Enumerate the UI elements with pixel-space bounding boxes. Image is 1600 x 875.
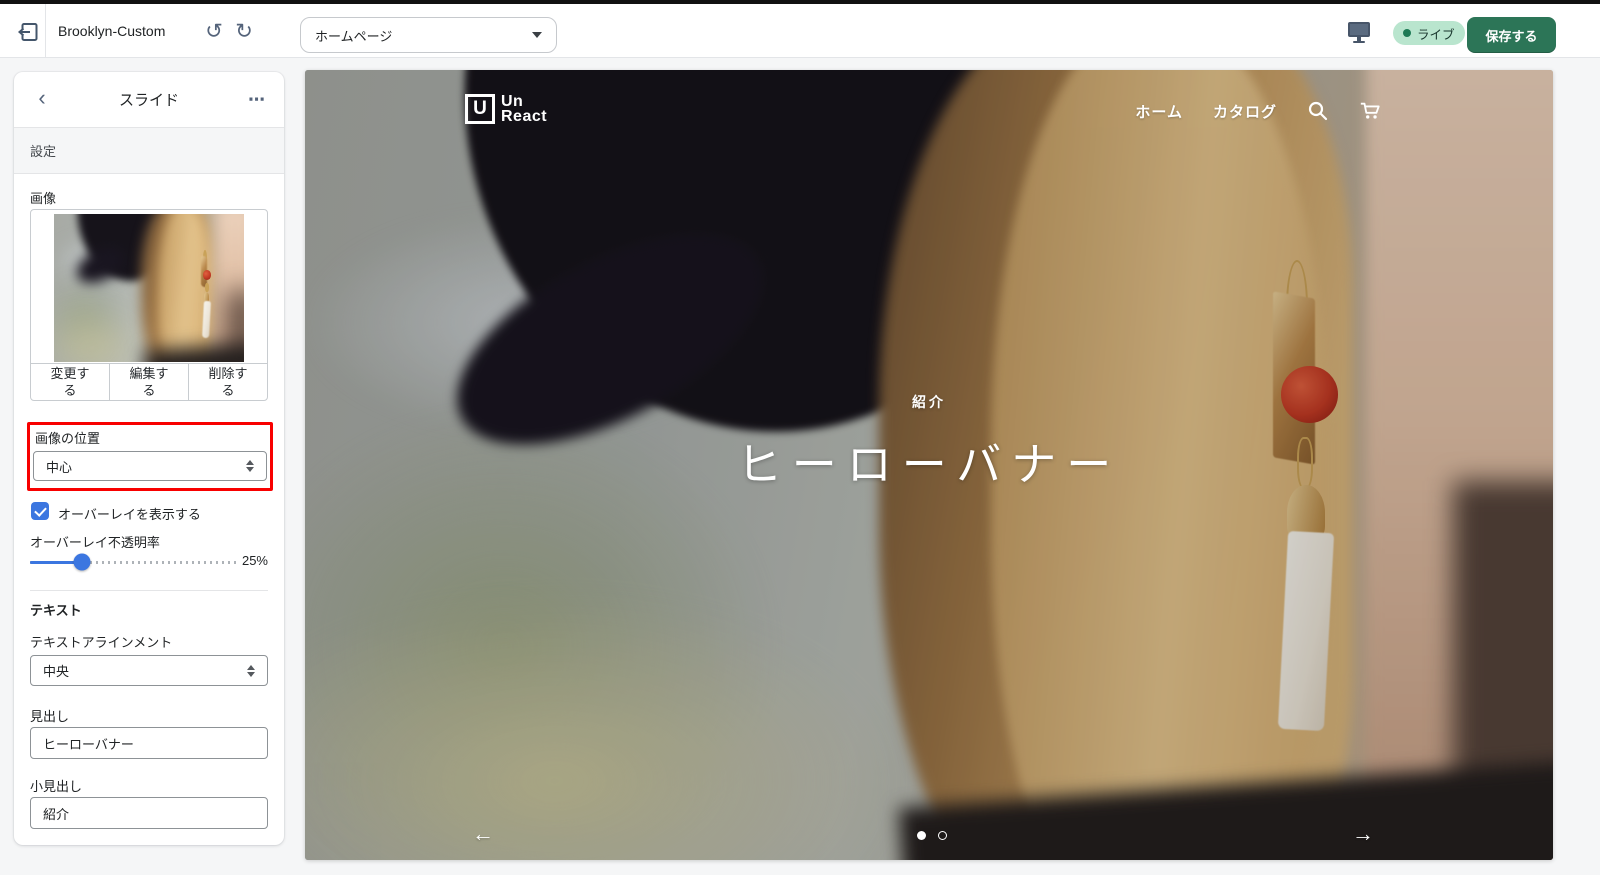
overlay-checkbox-label: オーバーレイを表示する xyxy=(58,504,201,523)
slide-dot-2[interactable] xyxy=(938,831,947,840)
logo-mark: U xyxy=(465,94,495,124)
opacity-slider-thumb[interactable] xyxy=(73,554,90,571)
nav-link-catalog[interactable]: カタログ xyxy=(1213,101,1277,122)
photo-shape-hair-front xyxy=(159,214,210,362)
image-edit-button[interactable]: 編集する xyxy=(109,364,188,401)
heading-field-label: 見出し xyxy=(30,706,69,725)
next-arrow-icon: → xyxy=(1352,821,1374,847)
slide-dot-1[interactable] xyxy=(917,831,926,840)
hero-text-block: 紹介 ヒーローバナー xyxy=(305,392,1553,493)
theme-preview: U Un React ホーム カタログ 紹介 ヒーローバナー ← → xyxy=(305,70,1553,860)
settings-sidebar: ‹ スライド ⋯ 設定 画像 変更する 編集する 削除する 画像の位 xyxy=(14,72,284,845)
select-updown-icon xyxy=(246,460,254,472)
select-updown-icon xyxy=(247,665,255,677)
back-chevron-icon: ‹ xyxy=(38,87,45,109)
live-dot-icon xyxy=(1403,29,1411,37)
image-position-label: 画像の位置 xyxy=(35,428,100,447)
hero-subheading: 紹介 xyxy=(305,392,1553,412)
slide-dots xyxy=(917,831,947,840)
exit-editor-button[interactable] xyxy=(12,16,44,48)
prev-arrow-icon: ← xyxy=(472,821,494,847)
overflow-icon: ⋯ xyxy=(248,90,266,110)
subheading-input[interactable] xyxy=(30,797,268,829)
image-action-buttons: 変更する 編集する 削除する xyxy=(31,363,267,401)
section-divider xyxy=(30,590,268,591)
hero-photo xyxy=(54,214,244,362)
image-change-label: 変更する xyxy=(48,366,92,399)
sidebar-header: ‹ スライド ⋯ xyxy=(14,72,284,128)
page-selector-dropdown[interactable]: ホームページ xyxy=(300,17,557,53)
live-status-badge: ライブ xyxy=(1393,21,1465,45)
overlay-opacity-slider[interactable] xyxy=(30,554,237,570)
live-badge-label: ライブ xyxy=(1417,24,1455,43)
image-position-value: 中心 xyxy=(46,457,72,476)
cart-icon[interactable] xyxy=(1359,100,1381,122)
store-logo[interactable]: U Un React xyxy=(465,94,547,124)
back-button[interactable]: ‹ xyxy=(30,88,54,112)
theme-name: Brooklyn-Custom xyxy=(58,4,165,58)
image-delete-label: 削除する xyxy=(206,366,250,399)
nav-link-home[interactable]: ホーム xyxy=(1135,101,1183,122)
settings-section-header: 設定 xyxy=(14,128,284,174)
text-alignment-select[interactable]: 中央 xyxy=(30,655,268,686)
image-position-select[interactable]: 中心 xyxy=(33,451,267,481)
photo-shape-earring-chain xyxy=(205,283,209,293)
overlay-opacity-value: 25% xyxy=(228,553,268,568)
slide-prev-button[interactable]: ← xyxy=(469,820,497,848)
logo-wordmark: Un React xyxy=(501,94,547,124)
image-field-label: 画像 xyxy=(30,188,56,207)
device-preview-button[interactable] xyxy=(1346,20,1374,44)
text-alignment-label: テキストアラインメント xyxy=(30,632,172,651)
undo-button[interactable]: ↺ xyxy=(200,17,228,45)
image-thumbnail xyxy=(54,214,244,362)
redo-icon: ↻ xyxy=(235,19,253,44)
slide-next-button[interactable]: → xyxy=(1349,820,1377,848)
image-edit-label: 編集する xyxy=(127,366,171,399)
photo-shape-glow xyxy=(54,312,145,362)
subheading-field-label: 小見出し xyxy=(30,776,82,795)
heading-input[interactable] xyxy=(30,727,268,759)
image-change-button[interactable]: 変更する xyxy=(31,364,109,401)
image-media-box: 変更する 編集する 削除する xyxy=(30,209,268,401)
dropdown-caret-icon xyxy=(532,32,542,38)
hero-heading: ヒーローバナー xyxy=(305,428,1553,493)
logo-line2: React xyxy=(501,108,547,125)
overlay-opacity-label: オーバーレイ不透明率 xyxy=(30,532,160,551)
save-button[interactable]: 保存する xyxy=(1467,17,1556,53)
redo-button[interactable]: ↻ xyxy=(230,17,258,45)
topbar: Brooklyn-Custom ↺ ↻ ホームページ ライブ 保存する xyxy=(0,4,1600,58)
image-delete-button[interactable]: 削除する xyxy=(188,364,267,401)
exit-icon xyxy=(16,20,40,44)
monitor-icon xyxy=(1346,20,1372,44)
image-thumbnail-area xyxy=(31,210,267,363)
text-alignment-value: 中央 xyxy=(43,661,69,680)
undo-icon: ↺ xyxy=(205,19,223,44)
text-section-header: テキスト xyxy=(30,600,82,619)
search-icon[interactable] xyxy=(1307,100,1329,122)
overflow-menu-button[interactable]: ⋯ xyxy=(244,88,270,112)
store-nav: ホーム カタログ xyxy=(1135,100,1381,122)
page-selector-value: ホームページ xyxy=(315,26,392,45)
overlay-checkbox[interactable] xyxy=(31,502,49,520)
topbar-divider xyxy=(45,4,46,58)
